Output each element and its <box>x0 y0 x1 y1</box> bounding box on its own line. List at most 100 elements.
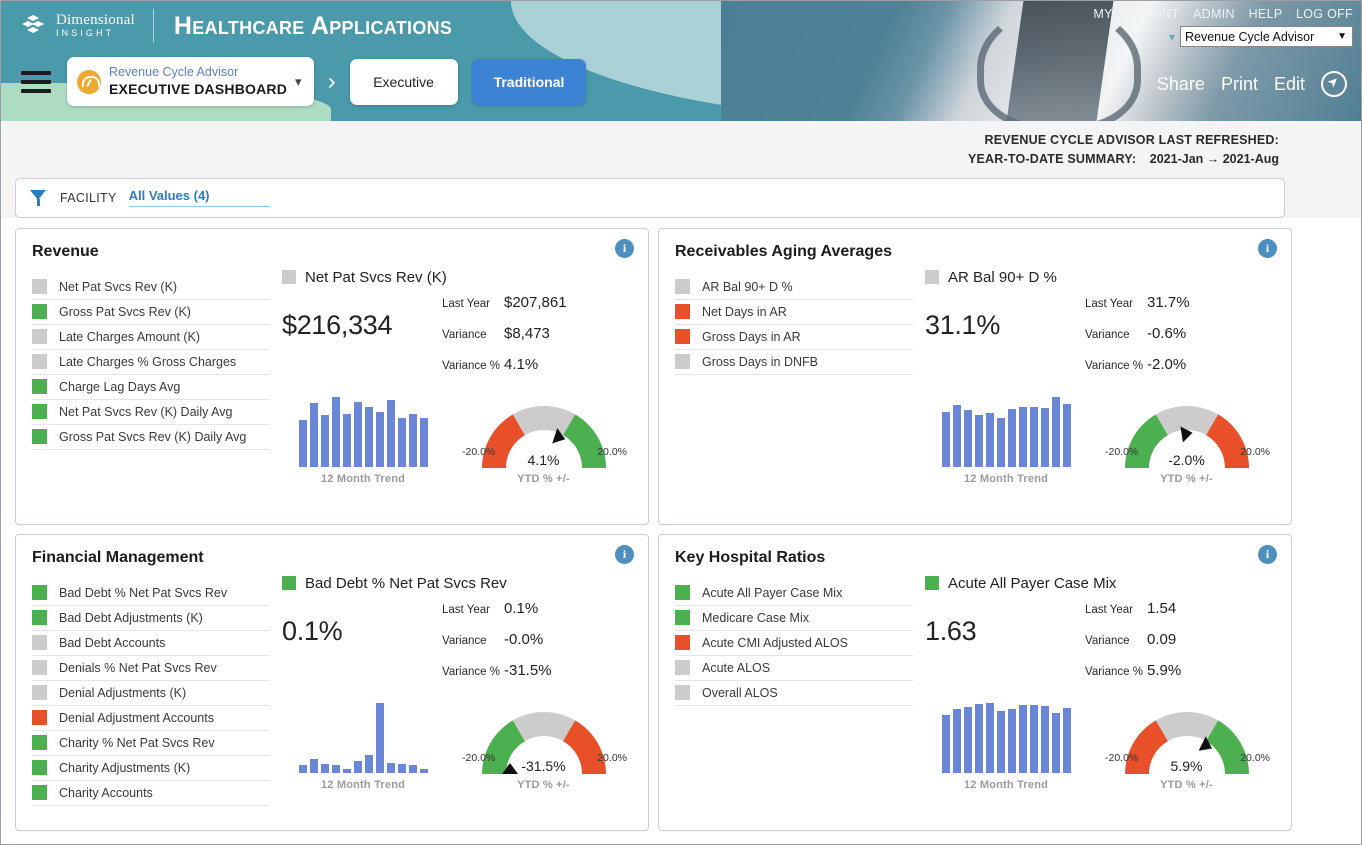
metric-label: Medicare Case Mix <box>702 610 809 625</box>
metric-row[interactable]: Late Charges Amount (K) <box>32 325 270 350</box>
link-admin[interactable]: ADMIN <box>1193 7 1235 21</box>
panel-revenue: Revenue i Net Pat Svcs Rev (K) Gross Pat… <box>15 227 649 525</box>
metric-label: Overall ALOS <box>702 685 778 700</box>
metric-row[interactable]: Late Charges % Gross Charges <box>32 350 270 375</box>
kpi-comparison-table: Last Year 31.7% Variance -0.6% Variance … <box>1085 294 1190 387</box>
metric-row[interactable]: AR Bal 90+ D % <box>675 275 913 300</box>
tab-traditional[interactable]: Traditional <box>471 58 587 105</box>
refresh-label: REVENUE CYCLE ADVISOR LAST REFRESHED: <box>984 133 1279 147</box>
summary-value: 2021-Jan → 2021-Aug <box>1149 152 1279 167</box>
kpi-current-value: 1.63 <box>925 615 977 646</box>
metric-row[interactable]: Bad Debt Adjustments (K) <box>32 606 270 631</box>
select-chevron-icon: ▼ <box>1337 31 1347 42</box>
kpi-title: Bad Debt % Net Pat Svcs Rev <box>305 574 507 592</box>
metric-row[interactable]: Denial Adjustment Accounts <box>32 706 270 731</box>
kpi-current-value: 0.1% <box>282 615 343 646</box>
sub-header: REVENUE CYCLE ADVISOR LAST REFRESHED: YE… <box>1 121 1361 218</box>
logo-divider <box>152 9 154 43</box>
ytd-gauge: -20.0% 20.0% -31.5% YTD % +/- <box>456 704 631 791</box>
metric-row[interactable]: Denial Adjustments (K) <box>32 681 270 706</box>
filter-value[interactable]: All Values (4) <box>128 188 270 208</box>
info-icon[interactable]: i <box>615 238 634 258</box>
metric-row[interactable]: Net Pat Svcs Rev (K) <box>32 275 270 300</box>
status-swatch <box>32 379 47 395</box>
metric-label: Acute All Payer Case Mix <box>702 585 843 600</box>
metric-list: AR Bal 90+ D % Net Days in AR Gross Days… <box>675 269 913 485</box>
dashboard-selector[interactable]: Revenue Cycle Advisor EXECUTIVE DASHBOAR… <box>67 57 314 107</box>
metric-row[interactable]: Charity % Net Pat Svcs Rev <box>32 731 270 756</box>
metric-row[interactable]: Acute All Payer Case Mix <box>675 581 913 606</box>
metric-row[interactable]: Medicare Case Mix <box>675 606 913 631</box>
chevron-updown-icon[interactable]: ▾ <box>295 74 302 90</box>
trend-bar <box>331 396 340 467</box>
kpi-row: Variance % 5.9% <box>1085 662 1181 693</box>
trend-bar <box>985 412 994 467</box>
trend-bar <box>974 703 983 773</box>
trend-bar <box>386 762 395 773</box>
metric-row[interactable]: Acute CMI Adjusted ALOS <box>675 631 913 656</box>
trend-bar <box>309 403 318 467</box>
kpi-row-value: -2.0% <box>1147 355 1187 373</box>
share-button[interactable]: Share <box>1157 74 1205 95</box>
metric-row[interactable]: Acute ALOS <box>675 656 913 681</box>
metric-label: Acute CMI Adjusted ALOS <box>702 635 848 650</box>
metric-row[interactable]: Bad Debt % Net Pat Svcs Rev <box>32 581 270 606</box>
info-icon[interactable]: i <box>615 544 634 564</box>
metric-label: Net Days in AR <box>702 304 787 319</box>
kpi-row-value: -0.0% <box>504 630 544 648</box>
metric-row[interactable]: Denials % Net Pat Svcs Rev <box>32 656 270 681</box>
metric-row[interactable]: Charity Accounts <box>32 781 270 806</box>
kpi-row: Variance $8,473 <box>442 325 567 356</box>
menu-toggle-button[interactable] <box>21 70 51 93</box>
kpi-area: Acute All Payer Case Mix 1.63 Last Year … <box>913 575 1275 791</box>
kpi-row: Last Year $207,861 <box>442 294 567 325</box>
kpi-current-value: 31.1% <box>925 309 1001 340</box>
external-link-icon[interactable] <box>1321 71 1347 97</box>
status-swatch <box>675 354 690 370</box>
trend-bar <box>1040 706 1049 773</box>
gauge-caption: YTD % +/- <box>1160 778 1213 791</box>
tab-executive[interactable]: Executive <box>349 58 458 105</box>
metric-label: Denial Adjustments (K) <box>59 685 187 700</box>
status-swatch <box>675 304 690 320</box>
kpi-row: Variance % 4.1% <box>442 356 567 387</box>
filter-bar[interactable]: FACILITY All Values (4) <box>15 177 1285 218</box>
trend-bar <box>941 412 950 467</box>
kpi-row-value: $8,473 <box>504 324 550 342</box>
print-button[interactable]: Print <box>1221 74 1258 95</box>
advisor-select[interactable]: Revenue Cycle Advisor ▼ <box>1180 26 1353 47</box>
status-swatch <box>32 404 47 420</box>
link-log-off[interactable]: LOG OFF <box>1296 7 1353 21</box>
metric-row[interactable]: Gross Pat Svcs Rev (K) Daily Avg <box>32 425 270 450</box>
metric-row[interactable]: Gross Days in AR <box>675 325 913 350</box>
metric-row[interactable]: Gross Pat Svcs Rev (K) <box>32 300 270 325</box>
info-icon[interactable]: i <box>1258 544 1277 564</box>
metric-row[interactable]: Net Pat Svcs Rev (K) Daily Avg <box>32 400 270 425</box>
trend-bar <box>1007 408 1016 467</box>
metric-label: Net Pat Svcs Rev (K) <box>59 279 178 294</box>
metric-row[interactable]: Bad Debt Accounts <box>32 631 270 656</box>
edit-button[interactable]: Edit <box>1274 74 1305 95</box>
kpi-current-value: $216,334 <box>282 309 393 340</box>
link-help[interactable]: HELP <box>1249 7 1283 21</box>
metric-row[interactable]: Gross Days in DNFB <box>675 350 913 375</box>
kpi-title: Acute All Payer Case Mix <box>948 574 1117 592</box>
status-swatch <box>675 635 690 651</box>
metric-row[interactable]: Overall ALOS <box>675 681 913 706</box>
info-icon[interactable]: i <box>1258 238 1277 258</box>
status-swatch <box>32 785 47 801</box>
trend-chart: 12 Month Trend <box>284 701 442 791</box>
trend-bars <box>927 395 1085 467</box>
metric-row[interactable]: Charity Adjustments (K) <box>32 756 270 781</box>
brand-logo[interactable]: Dimensional INSIGHT Healthcare Applicati… <box>1 1 586 43</box>
trend-bar <box>963 410 972 467</box>
gauge-max-label: 20.0% <box>1240 445 1270 458</box>
metric-row[interactable]: Charge Lag Days Avg <box>32 375 270 400</box>
link-my-account[interactable]: MY ACCOUNT <box>1093 7 1179 21</box>
kpi-row: Variance -0.6% <box>1085 325 1190 356</box>
trend-bars <box>284 701 442 773</box>
trend-bar <box>364 406 373 467</box>
kpi-row-value: 0.1% <box>504 599 539 617</box>
metric-row[interactable]: Net Days in AR <box>675 300 913 325</box>
status-swatch <box>32 585 47 601</box>
